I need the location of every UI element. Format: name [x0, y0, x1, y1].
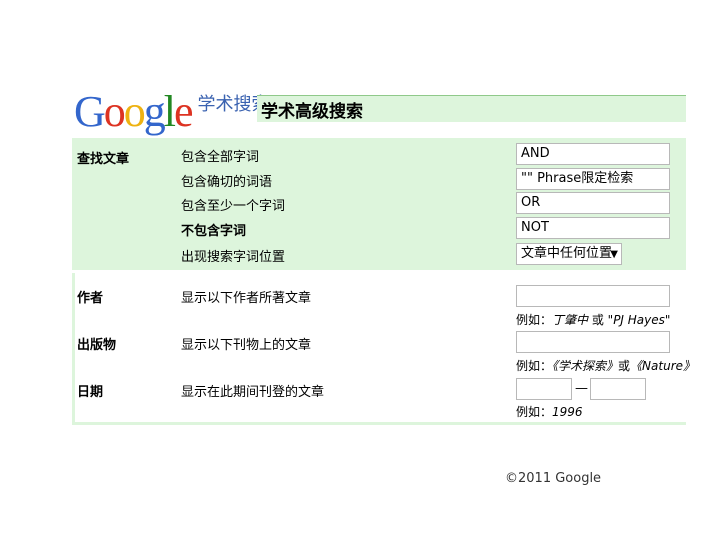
find-articles-panel: 查找文章 包含全部字词 AND 包含确切的词语 "" Phrase限定检索 包含… — [72, 138, 686, 270]
word-location-select[interactable]: 文章中任何位置 ▼ — [516, 243, 622, 265]
author-input[interactable] — [516, 285, 670, 307]
page-title: 学术高级搜索 — [261, 102, 363, 122]
author-hint-or: 或 — [588, 313, 608, 327]
publication-hint-prefix: 例如： — [516, 359, 553, 373]
find-articles-label: 查找文章 — [77, 152, 130, 167]
word-location-label: 出现搜索字词位置 — [181, 250, 286, 265]
without-words-label: 不包含字词 — [181, 224, 247, 239]
publication-hint: 例如：《学术探索》或《Nature》 — [516, 357, 695, 374]
author-description: 显示以下作者所著文章 — [181, 291, 312, 306]
at-least-one-label: 包含至少一个字词 — [181, 199, 286, 214]
date-hint: 例如：1996 — [516, 403, 583, 420]
publication-hint-example2: 《Nature》 — [630, 359, 696, 373]
publication-description: 显示以下刊物上的文章 — [181, 338, 312, 353]
without-words-input[interactable]: NOT — [516, 217, 670, 239]
date-label: 日期 — [77, 385, 104, 400]
all-words-input[interactable]: AND — [516, 143, 670, 165]
copyright-text: ©2011 Google — [505, 471, 602, 486]
author-label: 作者 — [77, 291, 104, 306]
logo-google-text: Google — [74, 87, 193, 136]
date-hint-example: 1996 — [552, 405, 583, 419]
author-hint-example2: "PJ Hayes" — [607, 313, 671, 327]
date-description: 显示在此期间刊登的文章 — [181, 385, 325, 400]
publication-label: 出版物 — [77, 338, 117, 353]
author-hint-example1: 丁肇中 — [552, 313, 589, 327]
exact-phrase-input[interactable]: "" Phrase限定检索 — [516, 168, 670, 190]
filters-panel: 作者 显示以下作者所著文章 例如：丁肇中 或 "PJ Hayes" 出版物 显示… — [72, 273, 695, 425]
publication-hint-or: 或 — [618, 359, 631, 373]
all-words-label: 包含全部字词 — [181, 150, 260, 165]
word-location-value: 文章中任何位置 — [521, 246, 613, 261]
date-from-input[interactable] — [516, 378, 572, 400]
author-hint-prefix: 例如： — [516, 313, 553, 327]
google-scholar-logo: Google 学术搜索 — [74, 86, 270, 134]
at-least-one-input[interactable]: OR — [516, 192, 670, 214]
exact-phrase-label: 包含确切的词语 — [181, 175, 273, 190]
author-hint: 例如：丁肇中 或 "PJ Hayes" — [516, 311, 670, 328]
publication-input[interactable] — [516, 331, 670, 353]
date-hint-prefix: 例如： — [516, 405, 553, 419]
date-separator: — — [575, 381, 588, 396]
date-to-input[interactable] — [590, 378, 646, 400]
publication-hint-example1: 《学术探索》 — [552, 359, 619, 373]
dropdown-arrow-icon: ▼ — [610, 249, 618, 260]
title-bar: 学术高级搜索 — [257, 95, 686, 122]
